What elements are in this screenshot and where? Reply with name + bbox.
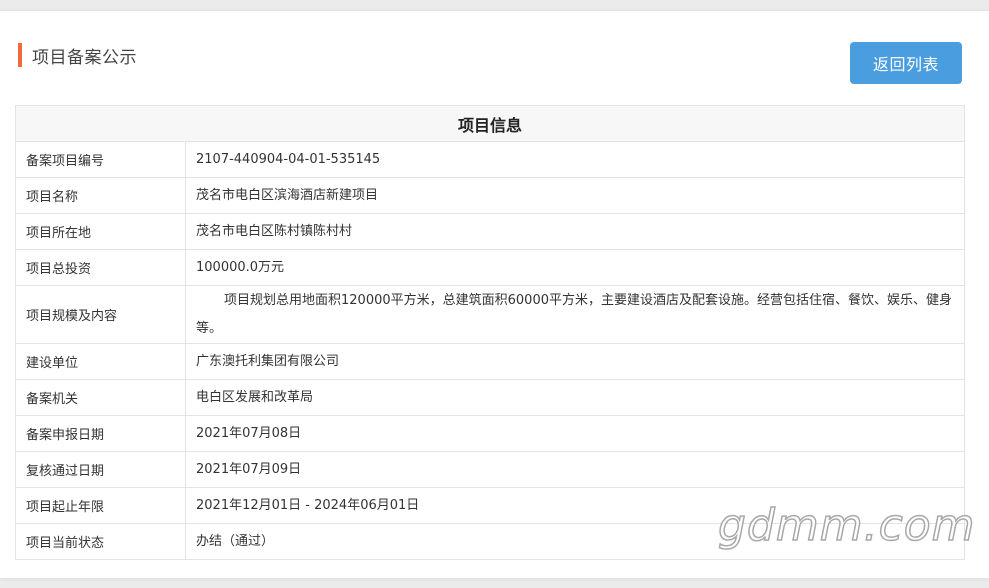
row-label: 复核通过日期 <box>15 451 186 488</box>
row-label: 项目当前状态 <box>15 523 186 560</box>
row-value-multiline: 项目规划总用地面积120000平方米，总建筑面积60000平方米，主要建设酒店及… <box>185 285 965 344</box>
section-heading: 项目备案公示 <box>18 43 137 68</box>
row-label: 备案机关 <box>15 379 186 416</box>
row-label: 项目所在地 <box>15 213 186 250</box>
table-caption: 项目信息 <box>15 105 965 142</box>
row-label: 项目总投资 <box>15 249 186 286</box>
row-label: 建设单位 <box>15 343 186 380</box>
row-value: 广东澳托利集团有限公司 <box>185 343 965 380</box>
row-value: 茂名市电白区陈村镇陈村村 <box>185 213 965 250</box>
row-label: 备案申报日期 <box>15 415 186 452</box>
row-value: 电白区发展和改革局 <box>185 379 965 416</box>
page-title: 项目备案公示 <box>32 47 137 68</box>
table-row: 项目名称 茂名市电白区滨海酒店新建项目 <box>15 177 965 214</box>
row-value: 2021年07月08日 <box>185 415 965 452</box>
table-row: 项目所在地 茂名市电白区陈村镇陈村村 <box>15 213 965 250</box>
heading-accent-bar <box>18 43 22 67</box>
row-label: 项目规模及内容 <box>15 285 186 344</box>
table-row: 建设单位 广东澳托利集团有限公司 <box>15 343 965 380</box>
row-value: 2021年07月09日 <box>185 451 965 488</box>
back-to-list-button[interactable]: 返回列表 <box>850 42 962 84</box>
table-row: 项目规模及内容 项目规划总用地面积120000平方米，总建筑面积60000平方米… <box>15 285 965 344</box>
row-value: 茂名市电白区滨海酒店新建项目 <box>185 177 965 214</box>
project-scope-text: 项目规划总用地面积120000平方米，总建筑面积60000平方米，主要建设酒店及… <box>196 292 952 336</box>
table-row: 项目总投资 100000.0万元 <box>15 249 965 286</box>
row-label: 备案项目编号 <box>15 141 186 178</box>
table-row: 备案机关 电白区发展和改革局 <box>15 379 965 416</box>
row-value: 2107-440904-04-01-535145 <box>185 141 965 178</box>
project-info-table: 项目信息 备案项目编号 2107-440904-04-01-535145 项目名… <box>15 105 965 560</box>
table-row: 备案申报日期 2021年07月08日 <box>15 415 965 452</box>
table-header-row: 项目信息 <box>15 105 965 142</box>
table-row: 复核通过日期 2021年07月09日 <box>15 451 965 488</box>
row-value: 100000.0万元 <box>185 249 965 286</box>
row-label: 项目名称 <box>15 177 186 214</box>
row-label: 项目起止年限 <box>15 487 186 524</box>
table-row: 备案项目编号 2107-440904-04-01-535145 <box>15 141 965 178</box>
site-watermark: gdmm.com <box>717 499 976 552</box>
content-panel: 项目备案公示 返回列表 项目信息 备案项目编号 2107-440904-04-0… <box>0 10 989 578</box>
